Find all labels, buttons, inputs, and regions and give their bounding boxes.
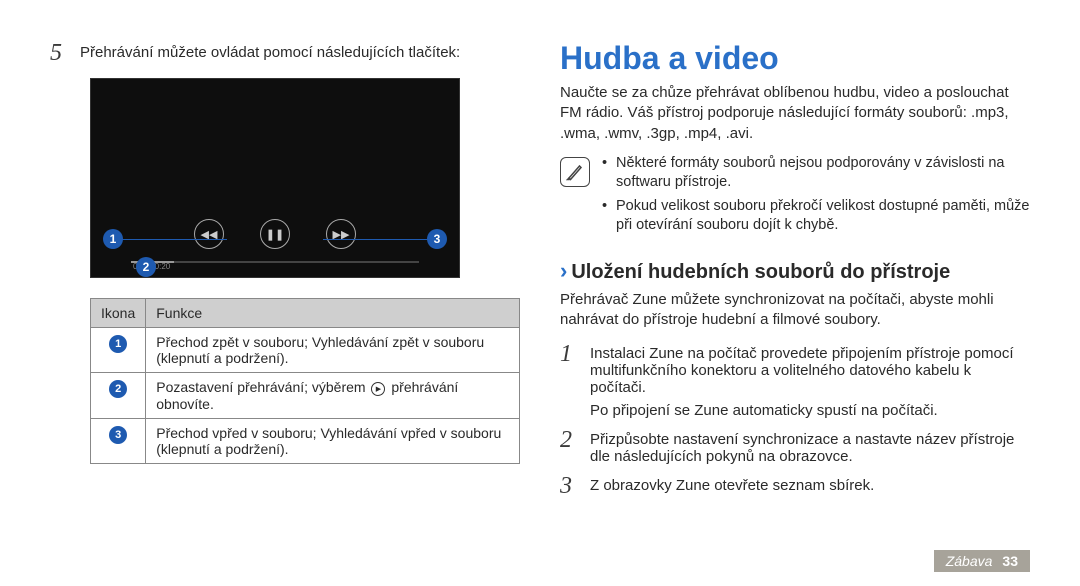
step5-text: Přehrávání můžete ovládat pomocí následu… [80, 40, 460, 61]
progress-bar [131, 261, 419, 263]
page-footer: Zábava 33 [934, 550, 1030, 572]
pause-icon: ❚❚ [260, 219, 290, 249]
table-header-function: Funkce [146, 299, 520, 328]
row-text-1: Přechod zpět v souboru; Vyhledávání zpět… [146, 328, 520, 373]
row-text-2: Pozastavení přehrávání; výběrem ▶ přehrá… [146, 373, 520, 418]
sub-intro: Přehrávač Zune můžete synchronizovat na … [560, 290, 1030, 331]
table-row: 1 Přechod zpět v souboru; Vyhledávání zp… [91, 328, 520, 373]
callout-line [122, 239, 227, 241]
forward-icon: ▶▶ [326, 219, 356, 249]
callout-line [323, 239, 428, 241]
step1-after: Po připojení se Zune automaticky spustí … [590, 402, 1030, 419]
note-icon [560, 157, 590, 187]
row-text-3: Přechod vpřed v souboru; Vyhledávání vpř… [146, 418, 520, 463]
play-icon: ▶ [371, 382, 385, 396]
step-number-5: 5 [50, 40, 68, 66]
footer-section: Zábava [946, 553, 993, 569]
table-row: 3 Přechod vpřed v souboru; Vyhledávání v… [91, 418, 520, 463]
row-badge-2: 2 [109, 380, 127, 398]
note-item: Některé formáty souborů nejsou podporová… [602, 154, 1030, 193]
step-number-1: 1 [560, 341, 578, 367]
video-player-thumbnail: ◀◀ ❚❚ ▶▶ 0:11 / 0:20 1 2 3 [90, 78, 460, 278]
page-title: Hudba a video [560, 40, 1030, 77]
rewind-icon: ◀◀ [194, 219, 224, 249]
note-item: Pokud velikost souboru překročí velikost… [602, 197, 1030, 236]
step-number-3: 3 [560, 473, 578, 499]
step2-text: Přizpůsobte nastavení synchronizace a na… [590, 427, 1030, 465]
subsection-heading: ›Uložení hudebních souborů do přístroje [560, 258, 1030, 284]
step-number-2: 2 [560, 427, 578, 453]
chevron-right-icon: › [560, 258, 567, 283]
table-header-icon: Ikona [91, 299, 146, 328]
intro-paragraph: Naučte se za chůze přehrávat oblíbenou h… [560, 83, 1030, 144]
function-table: Ikona Funkce 1 Přechod zpět v souboru; V… [90, 298, 520, 463]
step1-text: Instalaci Zune na počítač provedete přip… [590, 345, 1030, 396]
footer-page-number: 33 [1002, 553, 1018, 569]
note-box: Některé formáty souborů nejsou podporová… [560, 154, 1030, 240]
table-row: 2 Pozastavení přehrávání; výběrem ▶ přeh… [91, 373, 520, 418]
callout-2: 2 [136, 257, 156, 277]
step3-text: Z obrazovky Zune otevřete seznam sbírek. [590, 473, 874, 494]
row-badge-3: 3 [109, 426, 127, 444]
row-badge-1: 1 [109, 335, 127, 353]
